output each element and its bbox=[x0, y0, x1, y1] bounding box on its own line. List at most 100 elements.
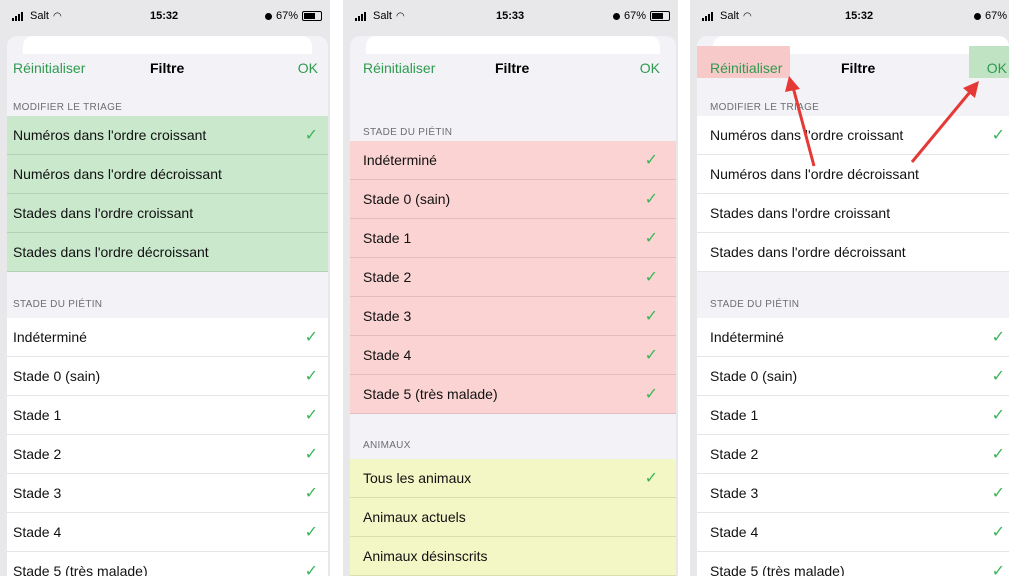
section-header-label: STADE DU PIÉTIN bbox=[363, 127, 453, 138]
stage-option-4[interactable]: Stade 4 ✓ bbox=[350, 336, 676, 375]
sort-option-numbers-desc[interactable]: Numéros dans l'ordre décroissant bbox=[697, 155, 1009, 194]
section-header-stage: STADE DU PIÉTIN bbox=[7, 291, 328, 313]
filter-sheet: Réinitialiser Filtre OK MODIFIER LE TRIA… bbox=[697, 36, 1009, 576]
animals-option-current[interactable]: Animaux actuels bbox=[350, 498, 676, 537]
sort-option-numbers-asc[interactable]: Numéros dans l'ordre croissant ✓ bbox=[7, 116, 328, 155]
stage-option-1[interactable]: Stade 1 ✓ bbox=[350, 219, 676, 258]
battery-status: 67% bbox=[264, 10, 322, 22]
sort-option-stages-desc[interactable]: Stades dans l'ordre décroissant bbox=[697, 233, 1009, 272]
stage-option-2[interactable]: Stade 2 ✓ bbox=[697, 435, 1009, 474]
clock: 15:32 bbox=[845, 10, 874, 22]
stage-option-5[interactable]: Stade 5 (très malade) ✓ bbox=[350, 375, 676, 414]
sort-option-stages-asc[interactable]: Stades dans l'ordre croissant bbox=[7, 194, 328, 233]
list-item-label: Animaux désinscrits bbox=[363, 548, 488, 564]
reset-button[interactable]: Réinitialiser bbox=[13, 60, 85, 76]
alarm-icon bbox=[264, 12, 272, 20]
list-item-label: Stade 4 bbox=[13, 524, 62, 540]
section-header-label: MODIFIER LE TRIAGE bbox=[710, 102, 820, 113]
stage-option-3[interactable]: Stade 3 ✓ bbox=[350, 297, 676, 336]
stage-option-3[interactable]: Stade 3 ✓ bbox=[7, 474, 328, 513]
checkmark-icon: ✓ bbox=[644, 191, 658, 208]
list-item-label: Stades dans l'ordre croissant bbox=[13, 205, 194, 221]
sort-list: Numéros dans l'ordre croissant ✓ Numéros … bbox=[7, 116, 328, 272]
list-item-label: Stade 5 (très malade) bbox=[13, 563, 148, 576]
stage-option-0[interactable]: Stade 0 (sain) ✓ bbox=[697, 357, 1009, 396]
nav-bar: Réinitialiser Filtre OK bbox=[697, 48, 1009, 88]
filter-sheet: Réinitialiser Filtre OK MODIFIER LE TRIA… bbox=[7, 36, 328, 576]
battery-percent: 67% bbox=[984, 10, 1007, 22]
checkmark-icon: ✓ bbox=[991, 329, 1005, 346]
sort-list: Numéros dans l'ordre croissant ✓ Numéros … bbox=[697, 116, 1009, 272]
checkmark-icon: ✓ bbox=[644, 470, 658, 487]
checkmark-icon: ✓ bbox=[991, 524, 1005, 541]
ok-button[interactable]: OK bbox=[640, 60, 660, 76]
battery-icon bbox=[302, 11, 322, 21]
section-header-stage: STADE DU PIÉTIN bbox=[697, 291, 1009, 313]
list-item-label: Tous les animaux bbox=[363, 470, 472, 486]
carrier-label: Salt bbox=[30, 10, 49, 22]
list-item-label: Stade 3 bbox=[363, 308, 412, 324]
stage-option-3[interactable]: Stade 3 ✓ bbox=[697, 474, 1009, 513]
nav-bar: Réinitialiser Filtre OK bbox=[7, 48, 328, 88]
stage-option-1[interactable]: Stade 1 ✓ bbox=[697, 396, 1009, 435]
stage-option-0[interactable]: Stade 0 (sain) ✓ bbox=[350, 180, 676, 219]
checkmark-icon: ✓ bbox=[304, 127, 318, 144]
sort-option-stages-asc[interactable]: Stades dans l'ordre croissant bbox=[697, 194, 1009, 233]
wifi-icon: ◠ bbox=[742, 10, 752, 22]
list-item-label: Stades dans l'ordre décroissant bbox=[710, 244, 906, 260]
checkmark-icon: ✓ bbox=[304, 446, 318, 463]
signal-icon bbox=[702, 11, 716, 21]
list-item-label: Stade 0 (sain) bbox=[710, 368, 798, 384]
section-header-sort: MODIFIER LE TRIAGE bbox=[7, 94, 328, 116]
reset-button[interactable]: Réinitialiser bbox=[710, 60, 782, 76]
battery-icon bbox=[650, 11, 670, 21]
list-item-label: Stade 0 (sain) bbox=[13, 368, 101, 384]
stage-option-undetermined[interactable]: Indéterminé ✓ bbox=[7, 318, 328, 357]
nav-bar: Réinitialiser Filtre OK bbox=[350, 48, 676, 88]
animals-option-unregistered[interactable]: Animaux désinscrits bbox=[350, 537, 676, 576]
stage-option-undetermined[interactable]: Indéterminé ✓ bbox=[350, 141, 676, 180]
list-item-label: Indéterminé bbox=[363, 152, 437, 168]
checkmark-icon: ✓ bbox=[991, 446, 1005, 463]
section-header-label: STADE DU PIÉTIN bbox=[710, 299, 800, 310]
status-bar: Salt ◠ 15:32 67% bbox=[0, 0, 330, 38]
battery-status: 67% bbox=[973, 10, 1007, 22]
ok-button[interactable]: OK bbox=[987, 60, 1007, 76]
list-item-label: Stade 1 bbox=[710, 407, 759, 423]
stage-option-4[interactable]: Stade 4 ✓ bbox=[697, 513, 1009, 552]
stage-option-5[interactable]: Stade 5 (très malade) ✓ bbox=[7, 552, 328, 576]
checkmark-icon: ✓ bbox=[991, 485, 1005, 502]
checkmark-icon: ✓ bbox=[304, 407, 318, 424]
animals-option-all[interactable]: Tous les animaux ✓ bbox=[350, 459, 676, 498]
ok-button[interactable]: OK bbox=[298, 60, 318, 76]
checkmark-icon: ✓ bbox=[644, 230, 658, 247]
battery-percent: 67% bbox=[275, 10, 298, 22]
list-item-label: Stade 5 (très malade) bbox=[363, 386, 498, 402]
checkmark-icon: ✓ bbox=[644, 308, 658, 325]
carrier: Salt ◠ bbox=[355, 10, 405, 22]
screenshot-2: Salt ◠ 15:33 67% Réinitialiser Filtre OK… bbox=[343, 0, 678, 576]
checkmark-icon: ✓ bbox=[304, 368, 318, 385]
sort-option-stages-desc[interactable]: Stades dans l'ordre décroissant bbox=[7, 233, 328, 272]
stage-option-5[interactable]: Stade 5 (très malade) ✓ bbox=[697, 552, 1009, 576]
page-title: Filtre bbox=[150, 60, 185, 76]
sort-option-numbers-desc[interactable]: Numéros dans l'ordre décroissant bbox=[7, 155, 328, 194]
stage-option-1[interactable]: Stade 1 ✓ bbox=[7, 396, 328, 435]
stage-option-2[interactable]: Stade 2 ✓ bbox=[7, 435, 328, 474]
stage-option-2[interactable]: Stade 2 ✓ bbox=[350, 258, 676, 297]
wifi-icon: ◠ bbox=[395, 10, 405, 22]
checkmark-icon: ✓ bbox=[304, 485, 318, 502]
page-title: Filtre bbox=[495, 60, 530, 76]
checkmark-icon: ✓ bbox=[304, 329, 318, 346]
battery-status: 67% bbox=[612, 10, 670, 22]
list-item-label: Numéros dans l'ordre croissant bbox=[13, 127, 207, 143]
section-header-stage: STADE DU PIÉTIN bbox=[350, 119, 676, 141]
sort-option-numbers-asc[interactable]: Numéros dans l'ordre croissant ✓ bbox=[697, 116, 1009, 155]
checkmark-icon: ✓ bbox=[991, 127, 1005, 144]
list-item-label: Indéterminé bbox=[710, 329, 784, 345]
stage-option-4[interactable]: Stade 4 ✓ bbox=[7, 513, 328, 552]
list-item-label: Stade 5 (très malade) bbox=[710, 563, 845, 576]
stage-option-undetermined[interactable]: Indéterminé ✓ bbox=[697, 318, 1009, 357]
reset-button[interactable]: Réinitialiser bbox=[363, 60, 435, 76]
stage-option-0[interactable]: Stade 0 (sain) ✓ bbox=[7, 357, 328, 396]
